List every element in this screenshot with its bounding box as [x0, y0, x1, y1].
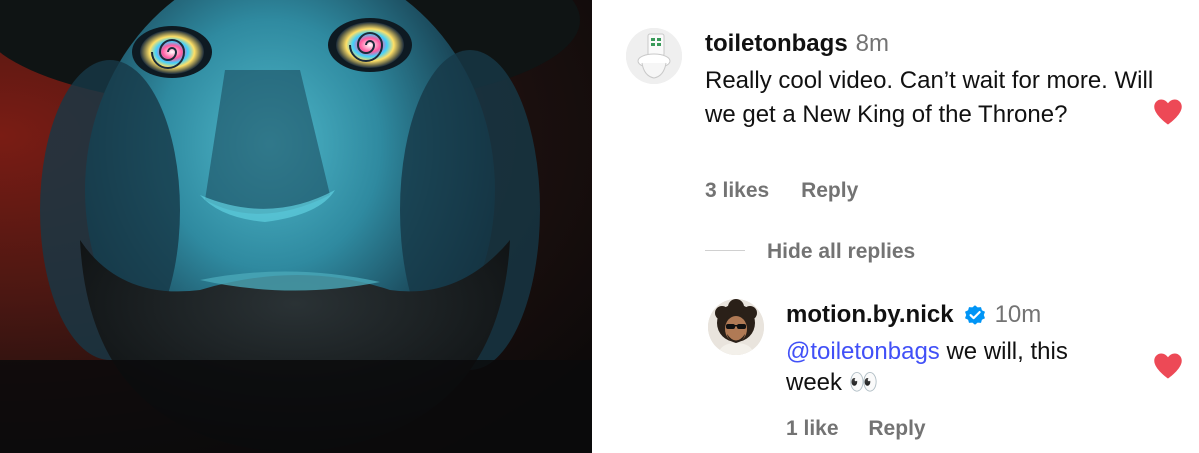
reply-reply-button[interactable]: Reply — [868, 417, 925, 441]
comment-reply-button[interactable]: Reply — [801, 179, 858, 203]
video-frame[interactable] — [0, 0, 592, 453]
comments-panel: toiletonbags 8m Really cool video. Can’t … — [592, 0, 1199, 453]
reply-mention-link[interactable]: @toiletonbags — [786, 338, 940, 365]
avatar-toiletonbags[interactable] — [626, 28, 682, 84]
heart-icon[interactable] — [1153, 98, 1183, 126]
video-frame-icon — [0, 0, 592, 453]
replies-divider — [705, 250, 745, 251]
comment-header: toiletonbags 8m — [705, 30, 889, 58]
reply-username[interactable]: motion.by.nick — [786, 301, 954, 329]
comment-time[interactable]: 8m — [856, 30, 889, 57]
toilet-avatar-icon — [626, 28, 682, 84]
comment-actions: 3 likes Reply — [705, 179, 884, 203]
reply-actions: 1 like Reply — [786, 417, 950, 441]
verified-badge-icon — [964, 305, 985, 325]
hide-replies-button[interactable]: Hide all replies — [767, 240, 915, 264]
comment-likes-count[interactable]: 3 likes — [705, 179, 769, 203]
comment-text: Really cool video. Can’t wait for more. … — [705, 67, 1154, 128]
right-eye-spiral — [328, 18, 412, 72]
reply-likes-count[interactable]: 1 like — [786, 417, 839, 441]
left-eye-spiral — [132, 26, 212, 78]
comment-username[interactable]: toiletonbags — [705, 30, 848, 57]
person-avatar-icon — [708, 299, 764, 355]
reply-header: motion.by.nick 10m — [786, 301, 1041, 329]
reply-text: @toiletonbags we will, this week 👀 — [786, 336, 1126, 398]
heart-icon[interactable] — [1153, 352, 1183, 380]
avatar-motion-by-nick[interactable] — [708, 299, 764, 355]
reply-time[interactable]: 10m — [995, 301, 1042, 329]
